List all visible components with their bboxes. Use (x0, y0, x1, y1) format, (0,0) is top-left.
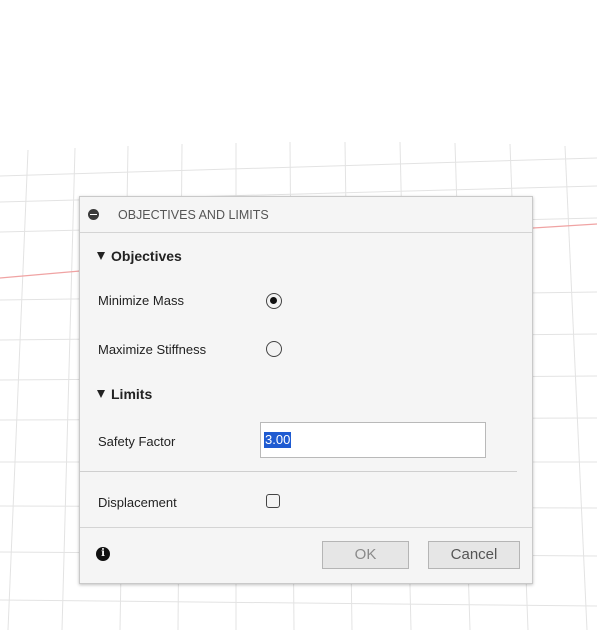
section-objectives-title: Objectives (111, 248, 182, 264)
minus-circle-icon[interactable] (88, 209, 99, 220)
safety-factor-label: Safety Factor (98, 434, 176, 449)
objectives-limits-dialog: OBJECTIVES AND LIMITS Objectives Minimiz… (79, 196, 533, 584)
divider (80, 471, 517, 472)
section-objectives-header[interactable]: Objectives (97, 248, 182, 264)
dialog-title: OBJECTIVES AND LIMITS (118, 208, 269, 222)
safety-factor-value: 3.00 (264, 432, 292, 448)
dialog-header[interactable]: OBJECTIVES AND LIMITS (80, 197, 532, 233)
displacement-label: Displacement (98, 495, 177, 510)
safety-factor-input[interactable]: 3.00 (260, 422, 486, 458)
section-limits-header[interactable]: Limits (97, 386, 152, 402)
minimize-mass-label: Minimize Mass (98, 293, 184, 308)
dialog-footer: i OK Cancel (80, 527, 532, 584)
section-limits-title: Limits (111, 386, 153, 402)
triangle-down-icon (97, 390, 105, 398)
maximize-stiffness-label: Maximize Stiffness (98, 342, 207, 357)
cancel-button[interactable]: Cancel (428, 541, 520, 569)
info-icon[interactable]: i (96, 547, 110, 561)
minimize-mass-radio[interactable] (266, 293, 282, 309)
ok-button[interactable]: OK (322, 541, 409, 569)
displacement-checkbox[interactable] (266, 494, 280, 508)
triangle-down-icon (97, 252, 105, 260)
maximize-stiffness-radio[interactable] (266, 341, 282, 357)
